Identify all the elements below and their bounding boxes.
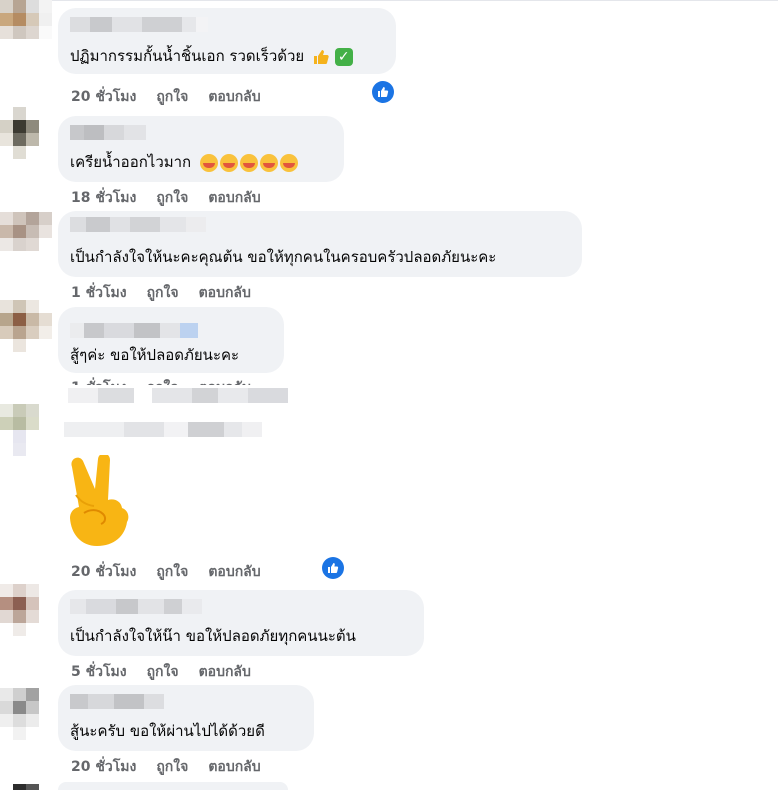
comment-actions: 1 ชั่วโมง ถูกใจ ตอบกลับ: [71, 282, 251, 304]
victory-hand-sticker[interactable]: [62, 455, 142, 550]
commenter-name-blurred[interactable]: [70, 125, 146, 140]
reply-button[interactable]: ตอบกลับ: [208, 187, 260, 209]
comment-actions: 18 ชั่วโมง ถูกใจ ตอบกลับ: [71, 187, 261, 209]
like-button[interactable]: ถูกใจ: [156, 756, 188, 778]
commenter-name-blurred[interactable]: [70, 17, 208, 32]
comment-text: ปฏิมากรรมกั้นน้ำชิ้นเอก รวดเร็วด้วย ✓: [70, 46, 353, 66]
commenter-subtitle-blurred: [64, 422, 262, 437]
reply-button[interactable]: ตอบกลับ: [208, 561, 260, 583]
comment-text: สู้นะครับ ขอให้ผ่านไปได้ด้วยดี: [70, 722, 265, 740]
comment-actions: 20 ชั่วโมง ถูกใจ ตอบกลับ: [71, 86, 261, 108]
comment-bubble: [58, 782, 288, 790]
like-button[interactable]: ถูกใจ: [156, 187, 188, 209]
reply-button[interactable]: ตอบกลับ: [199, 661, 251, 683]
comment-actions: 5 ชั่วโมง ถูกใจ ตอบกลับ: [71, 661, 251, 683]
comment-timestamp[interactable]: 18 ชั่วโมง: [71, 187, 136, 209]
reply-button[interactable]: ตอบกลับ: [208, 86, 260, 108]
comment-timestamp[interactable]: 1 ชั่วโมง: [71, 377, 127, 385]
avatar[interactable]: [0, 688, 52, 740]
comment-actions: 20 ชั่วโมง ถูกใจ ตอบกลับ: [71, 756, 261, 778]
comment-bubble: เป็นกำลังใจให้น๊า ขอให้ปลอดภัยทุกคนนะต้น: [58, 590, 424, 656]
like-button[interactable]: ถูกใจ: [147, 661, 179, 683]
top-divider: [40, 0, 778, 1]
like-reaction-badge[interactable]: [372, 81, 394, 103]
avatar[interactable]: [0, 784, 52, 790]
reply-button[interactable]: ตอบกลับ: [199, 282, 251, 304]
like-button[interactable]: ถูกใจ: [147, 282, 179, 304]
like-reaction-badge[interactable]: [322, 557, 344, 579]
reply-button[interactable]: ตอบกลับ: [208, 756, 260, 778]
comment-text: เป็นกำลังใจให้นะคะคุณต้น ขอให้ทุกคนในครอ…: [70, 248, 497, 266]
like-button[interactable]: ถูกใจ: [147, 377, 179, 385]
avatar[interactable]: [0, 300, 52, 352]
commenter-name-blurred[interactable]: [68, 388, 288, 403]
comment-text: เครียน้ำออกไวมาก: [70, 152, 298, 172]
reply-button[interactable]: ตอบกลับ: [199, 377, 251, 385]
comment-timestamp[interactable]: 20 ชั่วโมง: [71, 561, 136, 583]
commenter-name-blurred[interactable]: [70, 217, 206, 232]
commenter-name-blurred[interactable]: [70, 323, 198, 338]
avatar[interactable]: [0, 584, 52, 636]
comment-bubble: เครียน้ำออกไวมาก: [58, 116, 344, 182]
commenter-name-blurred[interactable]: [70, 599, 202, 614]
comment-actions: 1 ชั่วโมง ถูกใจ ตอบกลับ: [71, 377, 251, 385]
avatar[interactable]: [0, 107, 52, 159]
thumbs-up-icon: [378, 87, 389, 97]
check-mark-icon: ✓: [334, 47, 353, 66]
smiling-face-hearts-icon: [199, 153, 298, 172]
comment-timestamp[interactable]: 20 ชั่วโมง: [71, 756, 136, 778]
thumbs-up-icon: [313, 49, 329, 64]
thumbs-up-icon: [328, 563, 339, 573]
comment-bubble: ปฏิมากรรมกั้นน้ำชิ้นเอก รวดเร็วด้วย ✓: [58, 8, 396, 74]
comment-bubble: เป็นกำลังใจให้นะคะคุณต้น ขอให้ทุกคนในครอ…: [58, 211, 582, 277]
comment-actions: 20 ชั่วโมง ถูกใจ ตอบกลับ: [71, 561, 261, 583]
comment-text: สู้ๆค่ะ ขอให้ปลอดภัยนะคะ: [70, 346, 240, 364]
comment-bubble: สู้ๆค่ะ ขอให้ปลอดภัยนะคะ: [58, 307, 284, 373]
like-button[interactable]: ถูกใจ: [156, 561, 188, 583]
commenter-name-blurred[interactable]: [70, 694, 164, 709]
comment-timestamp[interactable]: 1 ชั่วโมง: [71, 282, 127, 304]
like-button[interactable]: ถูกใจ: [156, 86, 188, 108]
comment-timestamp[interactable]: 20 ชั่วโมง: [71, 86, 136, 108]
avatar[interactable]: [0, 404, 52, 456]
comment-bubble: สู้นะครับ ขอให้ผ่านไปได้ด้วยดี: [58, 685, 314, 751]
avatar[interactable]: [0, 0, 52, 52]
avatar[interactable]: [0, 212, 52, 264]
comment-timestamp[interactable]: 5 ชั่วโมง: [71, 661, 127, 683]
comment-text: เป็นกำลังใจให้น๊า ขอให้ปลอดภัยทุกคนนะต้น: [70, 627, 356, 645]
